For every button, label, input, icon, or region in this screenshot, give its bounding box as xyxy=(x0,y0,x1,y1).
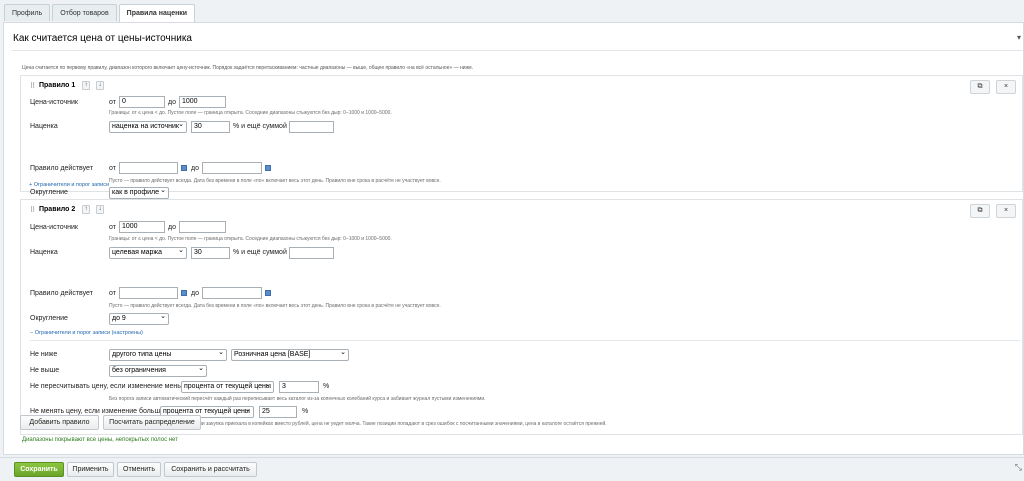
to-label: до xyxy=(168,224,176,231)
panel-title: Как считается цена от цены-источника xyxy=(13,33,192,44)
active-hint: Пусто — правило действует всегда. Дата б… xyxy=(109,178,441,184)
no-change-value-input[interactable]: 25 xyxy=(259,406,297,418)
source-from-input[interactable]: 1000 xyxy=(119,221,165,233)
move-up-button[interactable]: ↑ xyxy=(82,81,90,90)
active-label: Правило действует xyxy=(30,165,93,172)
markup-panel: Как считается цена от цены-источника ▾ Ц… xyxy=(3,22,1024,455)
close-icon: × xyxy=(1003,83,1009,90)
rule-card-1: ⠿ Правило 1 ↑ ↓ ⧉ × Цена-источник от 0 д… xyxy=(20,75,1023,199)
round-select[interactable]: как в профиле xyxy=(109,187,169,199)
no-recalc-label: Не пересчитывать цену, если изменение ме… xyxy=(30,383,191,390)
limits-link-2[interactable]: − Ограничители и порог записи (настроены… xyxy=(30,330,143,336)
calendar-icon[interactable] xyxy=(265,290,271,296)
percent-and-text: % и ещё суммой xyxy=(233,249,287,256)
not-lower-type-select[interactable]: другого типа цены xyxy=(109,349,227,361)
date-to-input[interactable] xyxy=(202,162,262,174)
source-to-input[interactable]: 1000 xyxy=(179,96,226,108)
rule-card-2: ⠿ Правило 2 ↑ ↓ ⧉ × Цена-источник от 100… xyxy=(20,199,1023,435)
markup-sum-input[interactable] xyxy=(289,247,334,259)
move-up-button[interactable]: ↑ xyxy=(82,205,90,214)
source-label: Цена-источник xyxy=(30,224,78,231)
tab-bar: Профиль Отбор товаров Правила наценки xyxy=(4,4,196,22)
not-higher-label: Не выше xyxy=(30,367,60,374)
collapse-icon[interactable]: ▾ xyxy=(1017,33,1021,42)
to-label: до xyxy=(168,99,176,106)
round-label: Округление xyxy=(30,315,68,322)
markup-type-select[interactable]: наценка на источник xyxy=(109,121,187,133)
add-rule-button[interactable]: Добавить правило xyxy=(20,415,99,430)
copy-icon: ⧉ xyxy=(977,207,983,214)
intro-text: Цена считается по первому правилу, диапа… xyxy=(22,65,474,71)
tab-profile[interactable]: Профиль xyxy=(4,4,51,21)
copy-icon: ⧉ xyxy=(977,83,983,90)
not-lower-label: Не ниже xyxy=(30,351,58,358)
move-down-button[interactable]: ↓ xyxy=(96,205,104,214)
delete-rule-button[interactable]: × xyxy=(996,80,1016,94)
from-label: от xyxy=(109,224,116,231)
limits-divider xyxy=(30,340,1020,341)
date-from-label: от xyxy=(109,290,116,297)
not-higher-select[interactable]: без ограничения xyxy=(109,365,207,377)
apply-button[interactable]: Применить xyxy=(67,462,114,477)
percent-and-text: % и ещё суммой xyxy=(233,123,287,130)
date-to-label: до xyxy=(191,290,199,297)
drag-handle-icon[interactable]: ⠿ xyxy=(30,206,35,214)
calendar-icon[interactable] xyxy=(181,165,187,171)
markup-sum-input[interactable] xyxy=(289,121,334,133)
delete-rule-button[interactable]: × xyxy=(996,204,1016,218)
no-recalc-type-select[interactable]: процента от текущей цены xyxy=(181,381,274,393)
active-label: Правило действует xyxy=(30,290,93,297)
date-to-input[interactable] xyxy=(202,287,262,299)
not-lower-price-select[interactable]: Розничная цена [BASE] xyxy=(231,349,349,361)
cancel-button[interactable]: Отменить xyxy=(117,462,161,477)
calc-distribution-button[interactable]: Посчитать распределение xyxy=(103,415,201,430)
save-button[interactable]: Сохранить xyxy=(14,462,64,477)
footer-divider xyxy=(0,457,1024,458)
no-recalc-hint: Без порога записи автоматический пересчё… xyxy=(109,396,486,402)
duplicate-rule-button[interactable]: ⧉ xyxy=(970,204,990,218)
no-change-label: Не менять цену, если изменение больше xyxy=(30,408,164,415)
round-select[interactable]: до 9 xyxy=(109,313,169,325)
date-to-label: до xyxy=(191,165,199,172)
source-hint: Границы: от ≤ цена < до. Пустое поле — г… xyxy=(109,236,392,242)
title-divider xyxy=(12,50,1023,51)
close-icon: × xyxy=(1003,207,1009,214)
active-hint: Пусто — правило действует всегда. Дата б… xyxy=(109,303,441,309)
calendar-icon[interactable] xyxy=(181,290,187,296)
source-to-input[interactable] xyxy=(179,221,226,233)
tab-product-selection[interactable]: Отбор товаров xyxy=(52,4,117,21)
source-label: Цена-источник xyxy=(30,99,78,106)
round-label: Округление xyxy=(30,189,68,196)
calendar-icon[interactable] xyxy=(265,165,271,171)
date-from-input[interactable] xyxy=(119,162,178,174)
save-and-calc-button[interactable]: Сохранить и рассчитать xyxy=(164,462,257,477)
source-from-input[interactable]: 0 xyxy=(119,96,165,108)
coverage-status: Диапазоны покрывают все цены, непокрытых… xyxy=(22,437,178,443)
markup-value-input[interactable]: 30 xyxy=(191,247,230,259)
tab-markup-rules[interactable]: Правила наценки xyxy=(118,4,196,22)
date-from-label: от xyxy=(109,165,116,172)
markup-value-input[interactable]: 30 xyxy=(191,121,230,133)
drag-handle-icon[interactable]: ⠿ xyxy=(30,82,35,90)
no-recalc-value-input[interactable]: 3 xyxy=(279,381,319,393)
rule-title: Правило 2 xyxy=(39,206,76,213)
duplicate-rule-button[interactable]: ⧉ xyxy=(970,80,990,94)
limits-link-1[interactable]: + Ограничители и порог записи xyxy=(29,182,109,188)
source-hint: Границы: от ≤ цена < до. Пустое поле — г… xyxy=(109,110,392,116)
no-recalc-unit: % xyxy=(323,383,330,390)
rule-title: Правило 1 xyxy=(39,82,76,89)
no-change-unit: % xyxy=(302,408,309,415)
from-label: от xyxy=(109,99,116,106)
markup-type-select[interactable]: целевая маржа xyxy=(109,247,187,259)
move-down-button[interactable]: ↓ xyxy=(96,81,104,90)
resize-handle-icon[interactable]: ⤡ xyxy=(1015,462,1022,473)
markup-label: Наценка xyxy=(30,249,58,256)
date-from-input[interactable] xyxy=(119,287,178,299)
markup-label: Наценка xyxy=(30,123,58,130)
